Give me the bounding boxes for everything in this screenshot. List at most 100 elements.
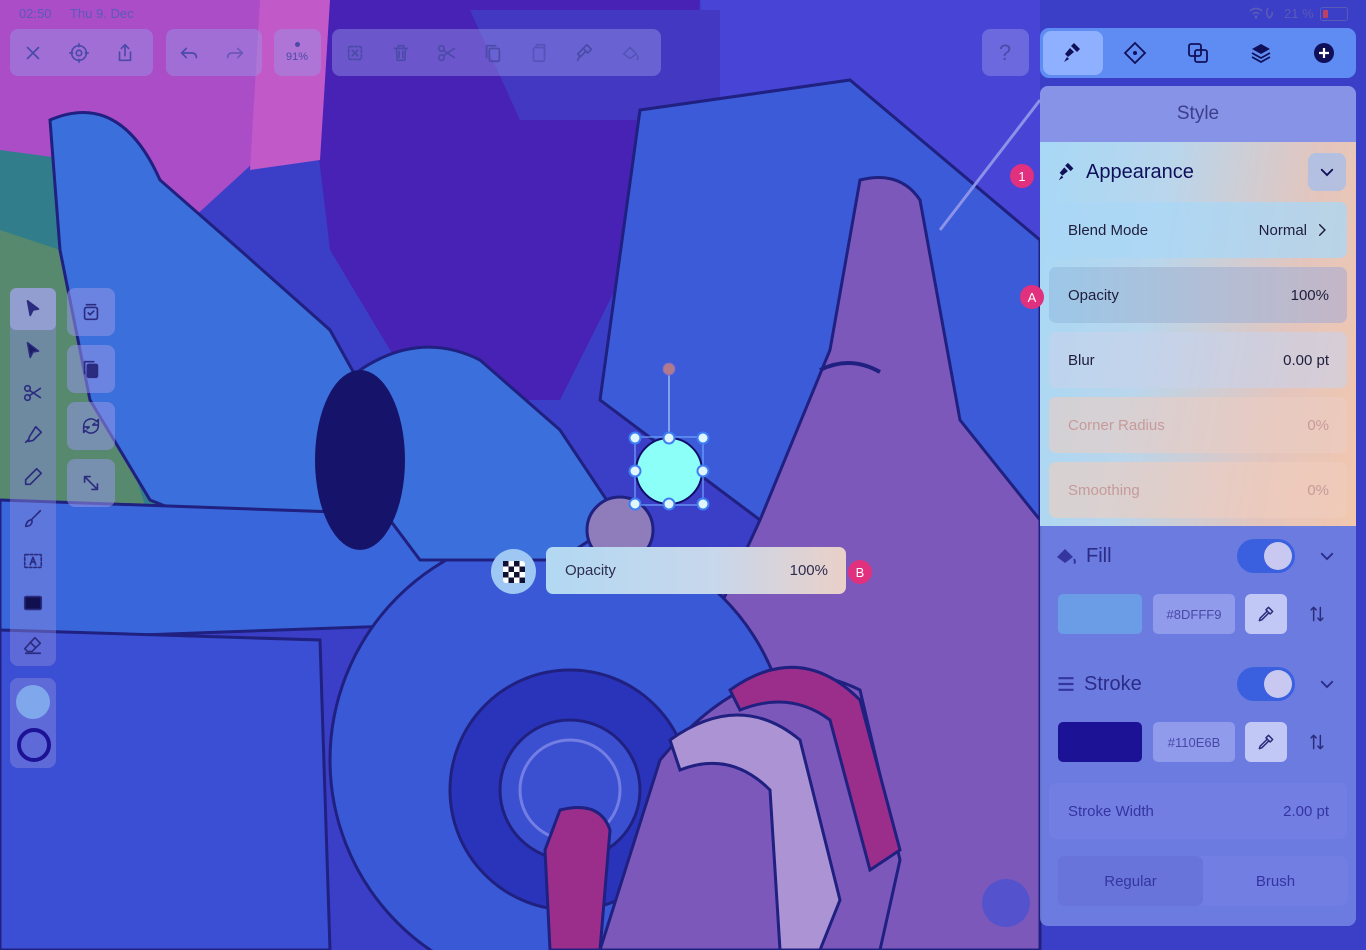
paste-style-icon: [576, 43, 593, 61]
help-group: ?: [982, 29, 1029, 76]
fill-swap-button[interactable]: [1296, 594, 1338, 634]
scissors-tool[interactable]: [10, 372, 56, 414]
brush-style-icon: [1058, 162, 1074, 181]
blend-mode-row[interactable]: Blend Mode Normal: [1049, 202, 1347, 258]
fill-toggle[interactable]: [1237, 539, 1295, 573]
resize-button[interactable]: [67, 459, 115, 507]
cut-button[interactable]: [424, 29, 470, 76]
fill-collapse-button[interactable]: [1308, 537, 1346, 575]
tab-add[interactable]: [1292, 28, 1355, 78]
redo-button[interactable]: [212, 29, 258, 76]
select-tool[interactable]: [10, 288, 56, 330]
help-button[interactable]: ?: [982, 29, 1028, 76]
gear-icon: [69, 42, 89, 63]
stroke-header[interactable]: Stroke: [1040, 654, 1356, 714]
undo-button[interactable]: [166, 29, 212, 76]
share-button[interactable]: [102, 29, 148, 76]
plus-circle-icon: [1313, 43, 1334, 63]
redo-icon: [226, 47, 244, 58]
zoom-level: 91%: [285, 51, 309, 63]
stroke-color-chip[interactable]: [17, 728, 51, 762]
corner-radius-row[interactable]: Corner Radius 0%: [1049, 397, 1347, 453]
pencil-tool[interactable]: [10, 456, 56, 498]
toolbar-group-document: [10, 29, 153, 76]
expand-diagonal-icon: [83, 475, 99, 491]
paint-bucket-button[interactable]: [608, 29, 654, 76]
fill-eyedropper-button[interactable]: [1245, 594, 1287, 634]
transparency-button[interactable]: [491, 549, 536, 594]
stroke-eyedropper-button[interactable]: [1245, 722, 1287, 762]
copy-button[interactable]: [470, 29, 516, 76]
paste-style-button[interactable]: [562, 29, 608, 76]
delete-button[interactable]: [378, 29, 424, 76]
pen-tool[interactable]: [10, 414, 56, 456]
brush-tool[interactable]: [10, 498, 56, 540]
opacity-label: Opacity: [1068, 286, 1119, 304]
swap-icon: [1310, 606, 1324, 622]
pen-nib-icon: [24, 425, 43, 444]
paste-icon: [532, 43, 546, 62]
settings-button[interactable]: [56, 29, 102, 76]
scissors-icon: [437, 44, 456, 61]
rotate-button[interactable]: [67, 402, 115, 450]
opacity-row[interactable]: Opacity 100%: [1049, 267, 1347, 323]
paste-button[interactable]: [516, 29, 562, 76]
tab-style[interactable]: [1043, 31, 1103, 75]
appearance-header[interactable]: Appearance: [1040, 142, 1356, 202]
stroke-color-swatch[interactable]: [1058, 722, 1142, 762]
smoothing-row[interactable]: Smoothing 0%: [1049, 462, 1347, 518]
tab-layers[interactable]: [1229, 28, 1292, 78]
stroke-swap-button[interactable]: [1296, 722, 1338, 762]
close-button[interactable]: [10, 29, 56, 76]
tab-transform[interactable]: [1103, 28, 1166, 78]
fill-color-chip[interactable]: [16, 685, 50, 719]
shape-tool[interactable]: [10, 582, 56, 624]
opacity-slider-label: Opacity: [565, 562, 616, 579]
rectangle-icon: [23, 595, 43, 611]
eraser-icon: [23, 636, 42, 655]
callout-badge-a: A: [1020, 285, 1044, 309]
chevron-down-icon: [1320, 680, 1334, 689]
deselect-icon: [347, 45, 363, 60]
fill-hex-field[interactable]: #8DFFF9: [1153, 594, 1235, 634]
deselect-button[interactable]: [332, 29, 378, 76]
stroke-type-brush[interactable]: Brush: [1203, 856, 1348, 906]
zoom-button[interactable]: 91%: [274, 29, 320, 76]
stroke-collapse-button[interactable]: [1308, 665, 1346, 703]
pencil-icon: [24, 467, 43, 486]
stroke-width-value: 2.00 pt: [1283, 802, 1329, 820]
eyedropper-icon: [1258, 606, 1274, 622]
chevron-down-icon: [1320, 552, 1334, 561]
blur-value: 0.00 pt: [1283, 351, 1329, 369]
appearance-collapse-button[interactable]: [1308, 153, 1346, 191]
stroke-width-row[interactable]: Stroke Width 2.00 pt: [1049, 783, 1347, 839]
blur-row[interactable]: Blur 0.00 pt: [1049, 332, 1347, 388]
opacity-slider[interactable]: Opacity 100%: [546, 547, 846, 594]
node-tool[interactable]: [10, 330, 56, 372]
chevron-down-icon: [1320, 168, 1334, 177]
battery-percent: 21 %: [1284, 6, 1314, 21]
tab-boolean[interactable]: [1166, 28, 1229, 78]
brush-icon: [24, 509, 42, 528]
share-icon: [118, 43, 132, 61]
scissors-icon: [23, 384, 42, 402]
wifi-icon: [1248, 6, 1278, 23]
duplicate-icon: [83, 360, 99, 379]
checkerboard-icon: [502, 560, 525, 583]
duplicate-button[interactable]: [67, 345, 115, 393]
swap-icon: [1310, 734, 1324, 750]
paint-bucket-icon: [1057, 549, 1076, 565]
color-well: [10, 678, 56, 768]
text-tool[interactable]: [10, 540, 56, 582]
stroke-type-regular[interactable]: Regular: [1058, 856, 1203, 906]
brush-style-icon: [1064, 43, 1080, 62]
status-date: Thu 9. Dec: [70, 6, 134, 21]
stroke-hex-field[interactable]: #110E6B: [1153, 722, 1235, 762]
fill-color-swatch[interactable]: [1058, 594, 1142, 634]
eraser-tool[interactable]: [10, 624, 56, 666]
stroke-toggle[interactable]: [1237, 667, 1295, 701]
fill-header[interactable]: Fill: [1040, 526, 1356, 586]
arrange-button[interactable]: [67, 288, 115, 336]
paint-bucket-icon: [622, 46, 639, 60]
toolbar-group-edit: [332, 29, 661, 76]
